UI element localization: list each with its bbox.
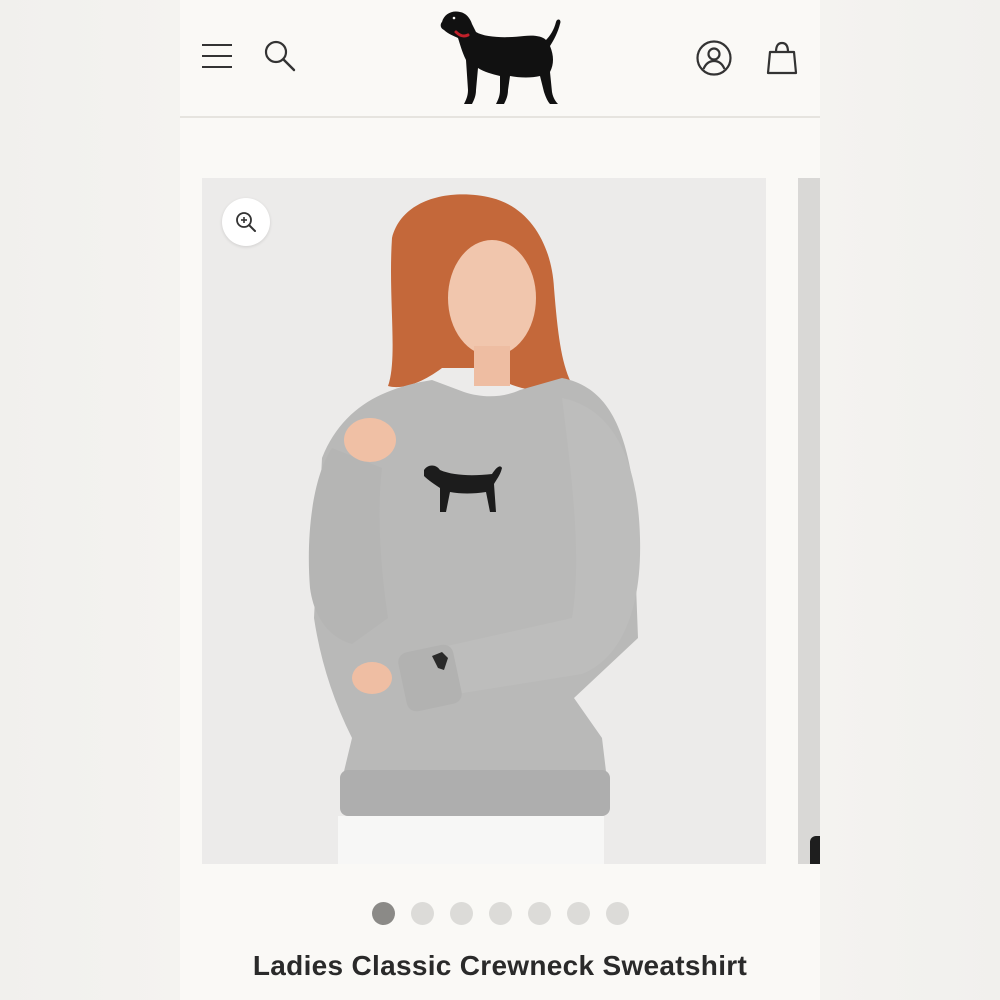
right-backdrop [820, 0, 1000, 1000]
search-icon [264, 40, 296, 72]
brand-logo[interactable] [434, 6, 564, 110]
left-backdrop [0, 0, 180, 1000]
pagination-dot-1[interactable] [371, 902, 395, 925]
menu-button[interactable] [198, 36, 236, 76]
zoom-button[interactable] [222, 198, 270, 246]
product-image-gallery[interactable] [202, 178, 766, 864]
black-dog-logo [440, 11, 561, 104]
shopping-bag-icon [766, 41, 798, 75]
product-title: Ladies Classic Crewneck Sweatshirt [252, 950, 748, 981]
pagination-dot-2[interactable] [410, 902, 434, 925]
pagination-dot-4[interactable] [488, 902, 512, 925]
gallery-pagination [180, 902, 820, 928]
pagination-dot-7[interactable] [605, 902, 629, 925]
cart-button[interactable] [762, 36, 802, 80]
pagination-dot-6[interactable] [566, 902, 590, 925]
product-photo [202, 178, 766, 864]
hamburger-menu-icon [202, 44, 232, 68]
mobile-page: Ladies Classic Crewneck Sweatshirt [180, 0, 820, 1000]
account-icon [696, 40, 732, 76]
zoom-in-icon [236, 212, 256, 232]
next-image-peek[interactable] [798, 178, 820, 864]
pagination-dot-3[interactable] [449, 902, 473, 925]
account-button[interactable] [692, 36, 736, 80]
search-button[interactable] [260, 36, 300, 76]
pagination-dot-5[interactable] [527, 902, 551, 925]
site-header [180, 0, 820, 118]
